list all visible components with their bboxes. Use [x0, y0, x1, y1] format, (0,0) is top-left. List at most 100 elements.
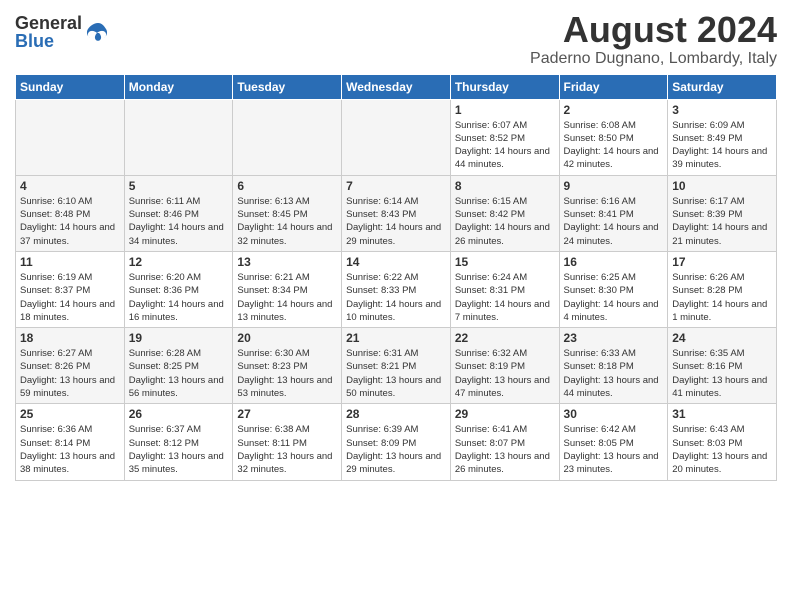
day-number: 21: [346, 331, 446, 345]
calendar-cell: 10 Sunrise: 6:17 AMSunset: 8:39 PMDayligh…: [668, 175, 777, 251]
week-row-0: 1Sunrise: 6:07 AMSunset: 8:52 PMDaylight…: [16, 99, 777, 175]
day-number: 24: [672, 331, 772, 345]
day-info: Sunrise: 6:16 AMSunset: 8:41 PMDaylight:…: [564, 195, 664, 248]
calendar-cell: 8 Sunrise: 6:15 AMSunset: 8:42 PMDaylight…: [450, 175, 559, 251]
day-number: 28: [346, 407, 446, 421]
day-info: Sunrise: 6:42 AMSunset: 8:05 PMDaylight:…: [564, 423, 664, 476]
day-number: 6: [237, 179, 337, 193]
day-info: Sunrise: 6:35 AMSunset: 8:16 PMDaylight:…: [672, 347, 772, 400]
day-number: 14: [346, 255, 446, 269]
calendar-cell: [233, 99, 342, 175]
calendar-cell: 16Sunrise: 6:25 AMSunset: 8:30 PMDayligh…: [559, 251, 668, 327]
calendar-cell: 6 Sunrise: 6:13 AMSunset: 8:45 PMDaylight…: [233, 175, 342, 251]
day-info: Sunrise: 6:41 AMSunset: 8:07 PMDaylight:…: [455, 423, 555, 476]
day-info: Sunrise: 6:08 AMSunset: 8:50 PMDaylight:…: [564, 119, 664, 172]
day-number: 17: [672, 255, 772, 269]
day-info: Sunrise: 6:13 AMSunset: 8:45 PMDaylight:…: [237, 195, 337, 248]
calendar-cell: 9 Sunrise: 6:16 AMSunset: 8:41 PMDaylight…: [559, 175, 668, 251]
calendar-cell: 11Sunrise: 6:19 AMSunset: 8:37 PMDayligh…: [16, 251, 125, 327]
day-number: 30: [564, 407, 664, 421]
calendar-cell: 24 Sunrise: 6:35 AMSunset: 8:16 PMDayligh…: [668, 328, 777, 404]
logo-general: General: [15, 14, 82, 32]
day-number: 8: [455, 179, 555, 193]
calendar-cell: 7 Sunrise: 6:14 AMSunset: 8:43 PMDaylight…: [342, 175, 451, 251]
calendar-cell: 22Sunrise: 6:32 AMSunset: 8:19 PMDayligh…: [450, 328, 559, 404]
page-header: General Blue August 2024 Paderno Dugnano…: [15, 10, 777, 68]
day-info: Sunrise: 6:31 AMSunset: 8:21 PMDaylight:…: [346, 347, 446, 400]
week-row-4: 25Sunrise: 6:36 AMSunset: 8:14 PMDayligh…: [16, 404, 777, 480]
day-number: 15: [455, 255, 555, 269]
calendar-cell: 4 Sunrise: 6:10 AMSunset: 8:48 PMDaylight…: [16, 175, 125, 251]
title-area: August 2024 Paderno Dugnano, Lombardy, I…: [530, 10, 777, 68]
day-info: Sunrise: 6:37 AMSunset: 8:12 PMDaylight:…: [129, 423, 229, 476]
day-info: Sunrise: 6:28 AMSunset: 8:25 PMDaylight:…: [129, 347, 229, 400]
day-info: Sunrise: 6:43 AMSunset: 8:03 PMDaylight:…: [672, 423, 772, 476]
calendar-cell: 5Sunrise: 6:11 AMSunset: 8:46 PMDaylight…: [124, 175, 233, 251]
day-info: Sunrise: 6:20 AMSunset: 8:36 PMDaylight:…: [129, 271, 229, 324]
day-number: 1: [455, 103, 555, 117]
logo: General Blue: [15, 14, 112, 50]
logo-blue: Blue: [15, 32, 82, 50]
calendar-cell: 23 Sunrise: 6:33 AMSunset: 8:18 PMDayligh…: [559, 328, 668, 404]
day-number: 3: [672, 103, 772, 117]
week-row-2: 11Sunrise: 6:19 AMSunset: 8:37 PMDayligh…: [16, 251, 777, 327]
calendar-cell: 17Sunrise: 6:26 AMSunset: 8:28 PMDayligh…: [668, 251, 777, 327]
day-number: 10: [672, 179, 772, 193]
calendar-cell: 27Sunrise: 6:38 AMSunset: 8:11 PMDayligh…: [233, 404, 342, 480]
calendar-table: SundayMondayTuesdayWednesdayThursdayFrid…: [15, 74, 777, 481]
header-row: SundayMondayTuesdayWednesdayThursdayFrid…: [16, 74, 777, 99]
day-info: Sunrise: 6:15 AMSunset: 8:42 PMDaylight:…: [455, 195, 555, 248]
day-number: 22: [455, 331, 555, 345]
calendar-cell: 13Sunrise: 6:21 AMSunset: 8:34 PMDayligh…: [233, 251, 342, 327]
day-info: Sunrise: 6:33 AMSunset: 8:18 PMDaylight:…: [564, 347, 664, 400]
day-number: 31: [672, 407, 772, 421]
calendar-cell: 12 Sunrise: 6:20 AMSunset: 8:36 PMDayligh…: [124, 251, 233, 327]
day-number: 18: [20, 331, 120, 345]
calendar-cell: 26Sunrise: 6:37 AMSunset: 8:12 PMDayligh…: [124, 404, 233, 480]
month-title: August 2024: [530, 10, 777, 50]
day-number: 4: [20, 179, 120, 193]
day-info: Sunrise: 6:38 AMSunset: 8:11 PMDaylight:…: [237, 423, 337, 476]
day-number: 11: [20, 255, 120, 269]
day-info: Sunrise: 6:24 AMSunset: 8:31 PMDaylight:…: [455, 271, 555, 324]
calendar-cell: 2 Sunrise: 6:08 AMSunset: 8:50 PMDaylight…: [559, 99, 668, 175]
day-number: 12: [129, 255, 229, 269]
day-info: Sunrise: 6:21 AMSunset: 8:34 PMDaylight:…: [237, 271, 337, 324]
day-number: 2: [564, 103, 664, 117]
calendar-cell: 3 Sunrise: 6:09 AMSunset: 8:49 PMDaylight…: [668, 99, 777, 175]
day-number: 7: [346, 179, 446, 193]
week-row-1: 4 Sunrise: 6:10 AMSunset: 8:48 PMDaylight…: [16, 175, 777, 251]
day-number: 9: [564, 179, 664, 193]
calendar-cell: [342, 99, 451, 175]
day-info: Sunrise: 6:27 AMSunset: 8:26 PMDaylight:…: [20, 347, 120, 400]
calendar-cell: 31 Sunrise: 6:43 AMSunset: 8:03 PMDayligh…: [668, 404, 777, 480]
day-info: Sunrise: 6:14 AMSunset: 8:43 PMDaylight:…: [346, 195, 446, 248]
calendar-cell: 14Sunrise: 6:22 AMSunset: 8:33 PMDayligh…: [342, 251, 451, 327]
header-saturday: Saturday: [668, 74, 777, 99]
calendar-cell: [124, 99, 233, 175]
calendar-cell: 20 Sunrise: 6:30 AMSunset: 8:23 PMDayligh…: [233, 328, 342, 404]
calendar-cell: 1Sunrise: 6:07 AMSunset: 8:52 PMDaylight…: [450, 99, 559, 175]
day-number: 23: [564, 331, 664, 345]
week-row-3: 18 Sunrise: 6:27 AMSunset: 8:26 PMDayligh…: [16, 328, 777, 404]
calendar-cell: 29Sunrise: 6:41 AMSunset: 8:07 PMDayligh…: [450, 404, 559, 480]
day-number: 20: [237, 331, 337, 345]
day-info: Sunrise: 6:10 AMSunset: 8:48 PMDaylight:…: [20, 195, 120, 248]
day-info: Sunrise: 6:11 AMSunset: 8:46 PMDaylight:…: [129, 195, 229, 248]
calendar-cell: 28 Sunrise: 6:39 AMSunset: 8:09 PMDayligh…: [342, 404, 451, 480]
header-wednesday: Wednesday: [342, 74, 451, 99]
calendar-cell: 21 Sunrise: 6:31 AMSunset: 8:21 PMDayligh…: [342, 328, 451, 404]
day-number: 19: [129, 331, 229, 345]
header-sunday: Sunday: [16, 74, 125, 99]
day-info: Sunrise: 6:30 AMSunset: 8:23 PMDaylight:…: [237, 347, 337, 400]
day-info: Sunrise: 6:39 AMSunset: 8:09 PMDaylight:…: [346, 423, 446, 476]
day-number: 25: [20, 407, 120, 421]
header-friday: Friday: [559, 74, 668, 99]
header-thursday: Thursday: [450, 74, 559, 99]
day-info: Sunrise: 6:09 AMSunset: 8:49 PMDaylight:…: [672, 119, 772, 172]
day-info: Sunrise: 6:17 AMSunset: 8:39 PMDaylight:…: [672, 195, 772, 248]
day-info: Sunrise: 6:25 AMSunset: 8:30 PMDaylight:…: [564, 271, 664, 324]
calendar-cell: 15 Sunrise: 6:24 AMSunset: 8:31 PMDayligh…: [450, 251, 559, 327]
calendar-cell: [16, 99, 125, 175]
header-tuesday: Tuesday: [233, 74, 342, 99]
